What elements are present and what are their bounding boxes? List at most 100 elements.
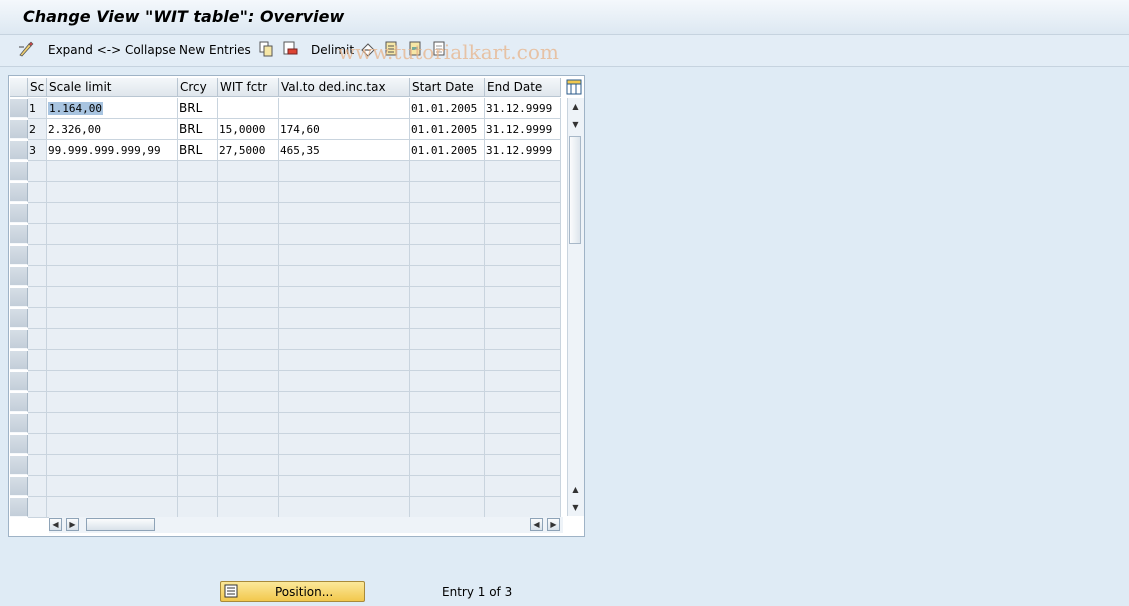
cell-val-ded[interactable] <box>279 161 410 182</box>
cell-scale-limit[interactable] <box>47 287 178 308</box>
cell-val-ded[interactable] <box>279 224 410 245</box>
cell-wit-fctr[interactable] <box>218 350 279 371</box>
column-header-sc[interactable]: Sc <box>28 78 47 97</box>
row-selector[interactable] <box>10 414 28 433</box>
cell-wit-fctr[interactable]: 15,0000 <box>218 119 279 140</box>
cell-wit-fctr[interactable] <box>218 497 279 518</box>
cell-crcy[interactable] <box>178 371 218 392</box>
cell-wit-fctr[interactable] <box>218 203 279 224</box>
cell-start-date[interactable]: 01.01.2005 <box>410 98 485 119</box>
cell-crcy[interactable] <box>178 161 218 182</box>
cell-scale-limit[interactable] <box>47 371 178 392</box>
horizontal-scrollbar[interactable]: ◀ ▶ ◀ ▶ <box>49 517 563 533</box>
cell-end-date[interactable] <box>485 245 561 266</box>
new-entries-button[interactable]: New Entries <box>179 42 251 59</box>
cell-sc[interactable] <box>28 182 47 203</box>
cell-crcy[interactable] <box>178 455 218 476</box>
cell-end-date[interactable] <box>485 371 561 392</box>
cell-crcy[interactable] <box>178 308 218 329</box>
cell-val-ded[interactable] <box>279 497 410 518</box>
cell-start-date[interactable] <box>410 392 485 413</box>
cell-val-ded[interactable] <box>279 203 410 224</box>
cell-start-date[interactable] <box>410 350 485 371</box>
cell-sc[interactable] <box>28 476 47 497</box>
cell-scale-limit[interactable] <box>47 203 178 224</box>
cell-start-date[interactable] <box>410 245 485 266</box>
cell-start-date[interactable] <box>410 203 485 224</box>
cell-wit-fctr[interactable] <box>218 392 279 413</box>
display-change-icon[interactable] <box>18 41 34 57</box>
row-selector[interactable] <box>10 351 28 370</box>
cell-wit-fctr[interactable] <box>218 434 279 455</box>
cell-end-date[interactable]: 31.12.9999 <box>485 119 561 140</box>
cell-start-date[interactable] <box>410 182 485 203</box>
cell-val-ded[interactable] <box>279 371 410 392</box>
column-header-scale-limit[interactable]: Scale limit <box>47 78 178 97</box>
cell-scale-limit[interactable] <box>47 434 178 455</box>
cell-sc[interactable]: 3 <box>28 140 47 161</box>
delete-icon[interactable] <box>282 41 298 57</box>
cell-start-date[interactable] <box>410 476 485 497</box>
row-selector[interactable] <box>10 309 28 328</box>
cell-crcy[interactable] <box>178 392 218 413</box>
cell-val-ded[interactable] <box>279 392 410 413</box>
cell-sc[interactable] <box>28 245 47 266</box>
cell-scale-limit[interactable] <box>47 161 178 182</box>
vertical-scrollbar[interactable]: ▲ ▼ ▲ ▼ <box>567 98 584 516</box>
column-header-crcy[interactable]: Crcy <box>178 78 218 97</box>
cell-end-date[interactable] <box>485 497 561 518</box>
row-selector[interactable] <box>10 120 28 139</box>
cell-end-date[interactable] <box>485 350 561 371</box>
cell-wit-fctr[interactable]: 27,5000 <box>218 140 279 161</box>
cell-end-date[interactable] <box>485 434 561 455</box>
cell-start-date[interactable] <box>410 161 485 182</box>
row-selector[interactable] <box>10 330 28 349</box>
cell-scale-limit[interactable] <box>47 329 178 350</box>
row-selector[interactable] <box>10 393 28 412</box>
cell-scale-limit[interactable] <box>47 455 178 476</box>
cell-wit-fctr[interactable] <box>218 329 279 350</box>
row-selector[interactable] <box>10 204 28 223</box>
cell-sc[interactable] <box>28 203 47 224</box>
cell-wit-fctr[interactable] <box>218 224 279 245</box>
cell-start-date[interactable] <box>410 434 485 455</box>
cell-sc[interactable] <box>28 434 47 455</box>
cell-val-ded[interactable] <box>279 455 410 476</box>
scroll-down-icon[interactable]: ▼ <box>570 502 581 513</box>
cell-sc[interactable] <box>28 392 47 413</box>
cell-start-date[interactable] <box>410 329 485 350</box>
column-header-end-date[interactable]: End Date <box>485 78 561 97</box>
cell-sc[interactable] <box>28 161 47 182</box>
cell-end-date[interactable] <box>485 476 561 497</box>
cell-end-date[interactable] <box>485 266 561 287</box>
row-selector[interactable] <box>10 99 28 118</box>
cell-start-date[interactable] <box>410 266 485 287</box>
position-button[interactable]: Position... <box>220 581 365 602</box>
cell-val-ded[interactable] <box>279 308 410 329</box>
cell-crcy[interactable] <box>178 476 218 497</box>
column-header-val-ded[interactable]: Val.to ded.inc.tax <box>279 78 410 97</box>
cell-crcy[interactable] <box>178 203 218 224</box>
cell-end-date[interactable] <box>485 392 561 413</box>
cell-wit-fctr[interactable] <box>218 161 279 182</box>
cell-wit-fctr[interactable] <box>218 308 279 329</box>
cell-val-ded[interactable] <box>279 413 410 434</box>
row-selector[interactable] <box>10 267 28 286</box>
cell-val-ded[interactable] <box>279 182 410 203</box>
row-selector[interactable] <box>10 183 28 202</box>
cell-sc[interactable] <box>28 497 47 518</box>
header-corner[interactable] <box>10 78 28 97</box>
cell-end-date[interactable] <box>485 224 561 245</box>
cell-wit-fctr[interactable] <box>218 287 279 308</box>
cell-start-date[interactable] <box>410 413 485 434</box>
cell-sc[interactable] <box>28 455 47 476</box>
cell-val-ded[interactable] <box>279 98 410 119</box>
cell-sc[interactable] <box>28 287 47 308</box>
cell-crcy[interactable] <box>178 182 218 203</box>
scroll-page-down-icon[interactable]: ▼ <box>570 119 581 130</box>
cell-scale-limit[interactable] <box>47 476 178 497</box>
cell-scale-limit[interactable] <box>47 224 178 245</box>
cell-scale-limit[interactable]: 1.164,00 <box>47 98 178 119</box>
cell-start-date[interactable]: 01.01.2005 <box>410 140 485 161</box>
cell-val-ded[interactable] <box>279 245 410 266</box>
